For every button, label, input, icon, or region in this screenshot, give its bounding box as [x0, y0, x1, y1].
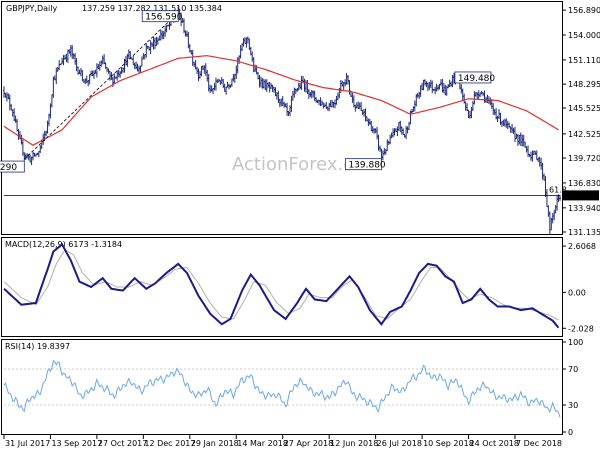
chart-canvas: ActionForex.com GBPJPY,Daily 137.259 137…: [0, 1, 600, 448]
x-tick-label: 12 Dec 2017: [144, 439, 195, 448]
price-y-tick-label: 136.830: [568, 179, 600, 188]
price-y-tick-label: 133.940: [568, 204, 600, 213]
x-tick-label: 14 Mar 2018: [237, 439, 288, 448]
macd-y-tick-label: 0.00: [568, 288, 586, 297]
macd-series-layer: [3, 242, 560, 329]
macd-y-tick-label: -2.028: [568, 324, 594, 333]
rsi-y-tick-label: 30: [568, 401, 578, 410]
x-tick-label: 26 Jul 2018: [377, 439, 422, 448]
macd-panel-frame: [1, 237, 563, 337]
price-callout-label: 156.590: [145, 13, 182, 23]
x-tick-label: 7 Dec 2018: [516, 439, 562, 448]
price-callout-label: 139.880: [348, 161, 385, 171]
forex-chart: ActionForex.com GBPJPY,Daily 137.259 137…: [0, 0, 600, 450]
price-y-tick-label: 154.000: [568, 31, 600, 40]
price-y-tick-label: 142.525: [568, 130, 600, 139]
rsi-label: RSI(14) 19.8397: [5, 342, 70, 351]
x-tick-label: 10 Sep 2018: [423, 439, 474, 448]
price-callout-label: 9.290: [0, 163, 17, 173]
price-y-tick-label: 145.525: [568, 104, 600, 113]
rsi-y-tick-label: 70: [568, 365, 578, 374]
rsi-y-tick-label: 100: [568, 338, 583, 347]
x-tick-label: 13 Sep 2017: [51, 439, 102, 448]
price-callout-label: 149.480: [458, 74, 495, 84]
x-tick-label: 27 Apr 2018: [284, 439, 333, 448]
x-tick-label: 24 Oct 2018: [470, 439, 519, 448]
price-y-tick-label: 156.890: [568, 6, 600, 15]
price-series-layer: 61.8156.590139.880149.4809.290: [0, 6, 567, 235]
rsi-y-tick-label: 0: [568, 428, 573, 437]
x-tick-label: 29 Jan 2018: [191, 439, 239, 448]
x-tick-label: 31 Jul 2017: [5, 439, 50, 448]
macd-line: [3, 242, 560, 329]
x-tick-label: 27 Oct 2017: [98, 439, 147, 448]
rsi-panel-frame: [1, 339, 563, 435]
last-price-label: 135.384: [565, 191, 598, 200]
price-y-tick-label: 151.110: [568, 56, 600, 65]
price-y-tick-label: 139.720: [568, 154, 600, 163]
chart-header-symbol: GBPJPY,Daily: [6, 4, 57, 13]
macd-y-tick-label: 2.6068: [568, 242, 596, 251]
price-y-tick-label: 148.295: [568, 80, 600, 89]
price-y-tick-label: 131.135: [568, 228, 600, 237]
trend-line: [24, 12, 179, 160]
rsi-series-layer: [3, 359, 561, 418]
x-tick-label: 12 Jun 2018: [330, 439, 378, 448]
price-panel-frame: [1, 1, 563, 235]
